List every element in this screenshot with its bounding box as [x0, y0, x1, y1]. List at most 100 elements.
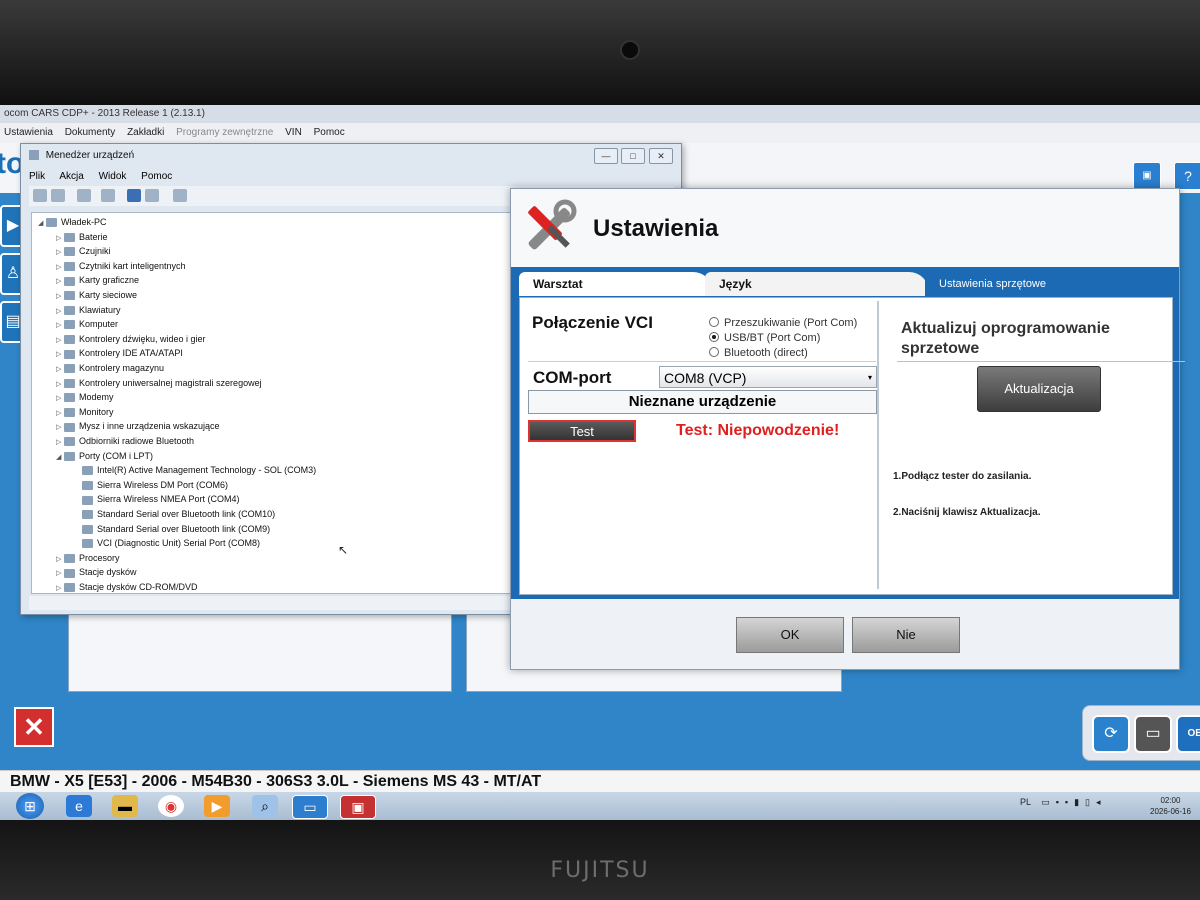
- menu-pomoc[interactable]: Pomoc: [314, 127, 345, 138]
- radio-search-port[interactable]: Przeszukiwanie (Port Com): [709, 317, 857, 329]
- devmgr-titlebar[interactable]: Menedżer urządzeń: [21, 144, 681, 168]
- tree-item[interactable]: Standard Serial over Bluetooth link (COM…: [74, 507, 275, 521]
- expand-arrow-icon[interactable]: ▷: [56, 582, 64, 593]
- tab-warsztat[interactable]: Warsztat: [519, 272, 713, 296]
- explorer-icon[interactable]: ▬: [112, 795, 138, 817]
- radio-selected-icon: [709, 332, 719, 342]
- help-tb-icon[interactable]: [127, 189, 141, 202]
- start-icon[interactable]: ⊞: [16, 793, 44, 819]
- scan-icon[interactable]: [173, 189, 187, 202]
- tree-item[interactable]: ▷ Mysz i inne urządzenia wskazujące: [56, 419, 220, 433]
- tray-icons[interactable]: ▭▪▪▮▯◂: [1041, 797, 1106, 807]
- tree-item[interactable]: ▷ Monitory: [56, 405, 114, 419]
- vehicle-status-bar: BMW - X5 [E53] - 2006 - M54B30 - 306S3 3…: [0, 770, 1200, 793]
- tree-item[interactable]: ▷ Procesory: [56, 551, 120, 565]
- tree-item-label: Stacje dysków CD-ROM/DVD: [79, 582, 198, 592]
- settings-dialog: Ustawienia Warsztat Język Ustawienia spr…: [510, 188, 1185, 670]
- language-indicator[interactable]: PL: [1020, 797, 1031, 807]
- obd-button-icon[interactable]: OB: [1176, 715, 1200, 753]
- tree-item[interactable]: ▷ Kontrolery dźwięku, wideo i gier: [56, 332, 206, 346]
- properties-icon[interactable]: [77, 189, 91, 202]
- tree-item[interactable]: ▷ Baterie: [56, 230, 108, 244]
- list-icon[interactable]: [145, 189, 159, 202]
- media-player-icon[interactable]: ▶: [204, 795, 230, 817]
- radio-usb-bt[interactable]: USB/BT (Port Com): [709, 332, 820, 344]
- tree-item[interactable]: ▷ Klawiatury: [56, 303, 121, 317]
- tree-item-label: Kontrolery IDE ATA/ATAPI: [79, 348, 183, 359]
- toolbox-app-icon[interactable]: ▣: [340, 795, 376, 819]
- tree-item[interactable]: ◢ Porty (COM i LPT): [56, 449, 153, 463]
- close-x-button[interactable]: ✕: [14, 707, 54, 747]
- menu-akcja[interactable]: Akcja: [59, 171, 83, 182]
- tree-item[interactable]: ▷ Kontrolery magazynu: [56, 361, 164, 375]
- menu-ustawienia[interactable]: Ustawienia: [4, 127, 53, 138]
- cars-app-icon[interactable]: ▭: [292, 795, 328, 819]
- ie-icon[interactable]: e: [66, 795, 92, 817]
- tree-item[interactable]: ▷ Karty sieciowe: [56, 288, 137, 302]
- speed-icon[interactable]: ⟳: [1092, 715, 1130, 753]
- tree-item[interactable]: Intel(R) Active Management Technology - …: [74, 463, 316, 477]
- tree-item[interactable]: Sierra Wireless DM Port (COM6): [74, 478, 228, 492]
- menu-zakladki[interactable]: Zakładki: [127, 127, 164, 138]
- tree-item[interactable]: ▷ Komputer: [56, 317, 118, 331]
- back-icon[interactable]: [33, 189, 47, 202]
- tree-item[interactable]: ▷ Modemy: [56, 390, 114, 404]
- tree-item-label: Procesory: [79, 552, 120, 563]
- car-icon[interactable]: ▭: [1134, 715, 1172, 753]
- menu-widok[interactable]: Widok: [99, 171, 127, 182]
- tree-item[interactable]: ▷ Karty graficzne: [56, 273, 139, 287]
- tab-ustawienia-sprzetowe[interactable]: Ustawienia sprzętowe: [925, 272, 1169, 296]
- update-button[interactable]: Aktualizacja: [977, 366, 1101, 412]
- forward-icon[interactable]: [51, 189, 65, 202]
- obd-icon[interactable]: ▣: [1133, 162, 1161, 190]
- device-category-icon: [64, 247, 75, 257]
- device-category-icon: [82, 539, 93, 549]
- menu-vin[interactable]: VIN: [285, 127, 302, 138]
- device-category-icon: [82, 510, 93, 520]
- minimize-button[interactable]: —: [594, 148, 618, 164]
- device-category-icon: [64, 291, 75, 301]
- menu-dokumenty[interactable]: Dokumenty: [65, 127, 116, 138]
- chrome-icon[interactable]: ◉: [158, 795, 184, 817]
- tree-item[interactable]: Standard Serial over Bluetooth link (COM…: [74, 522, 270, 536]
- tree-item[interactable]: Sierra Wireless NMEA Port (COM4): [74, 492, 240, 506]
- tree-item[interactable]: ▷ Stacje dysków: [56, 565, 137, 579]
- view-icon[interactable]: [101, 189, 115, 202]
- expand-arrow-icon[interactable]: ◢: [38, 217, 46, 231]
- tree-item-label: Władek-PC: [61, 217, 107, 227]
- clock[interactable]: 02:00 2026-06-16: [1150, 795, 1191, 817]
- tree-item-label: Komputer: [79, 319, 119, 330]
- tree-item[interactable]: ▷ Odbiorniki radiowe Bluetooth: [56, 434, 194, 448]
- tree-item[interactable]: ◢ Władek-PC: [38, 215, 107, 229]
- ok-button[interactable]: OK: [736, 617, 844, 653]
- maximize-button[interactable]: □: [621, 148, 645, 164]
- tree-item-label: VCI (Diagnostic Unit) Serial Port (COM8): [97, 538, 261, 549]
- tree-item[interactable]: ▷ Kontrolery IDE ATA/ATAPI: [56, 346, 183, 360]
- tree-item[interactable]: VCI (Diagnostic Unit) Serial Port (COM8): [74, 536, 260, 550]
- test-button[interactable]: Test: [528, 420, 636, 442]
- tab-jezyk[interactable]: Język: [705, 272, 929, 296]
- device-category-icon: [82, 466, 93, 476]
- help-icon[interactable]: ?: [1174, 162, 1200, 190]
- devmgr-title: Menedżer urządzeń: [45, 150, 135, 161]
- menu-pomoc-dm[interactable]: Pomoc: [141, 171, 172, 182]
- device-category-icon: [64, 583, 75, 593]
- tree-item-label: Stacje dysków: [79, 567, 137, 578]
- no-button[interactable]: Nie: [852, 617, 960, 653]
- devmgr-menubar: Plik Akcja Widok Pomoc: [29, 168, 184, 186]
- menu-plik[interactable]: Plik: [29, 171, 45, 182]
- device-category-icon: [64, 437, 75, 447]
- tree-item[interactable]: ▷ Kontrolery uniwersalnej magistrali szer…: [56, 376, 262, 390]
- close-button[interactable]: ✕: [649, 148, 673, 164]
- tree-item[interactable]: ▷ Czytniki kart inteligentnych: [56, 259, 186, 273]
- radio-icon: [709, 317, 719, 327]
- radio-bluetooth[interactable]: Bluetooth (direct): [709, 347, 808, 359]
- left-panel: [68, 610, 452, 692]
- tree-item[interactable]: ▷ Czujniki: [56, 244, 111, 258]
- search-tool-icon[interactable]: ⌕: [252, 795, 278, 817]
- tree-item[interactable]: ▷ Stacje dysków CD-ROM/DVD: [56, 580, 198, 593]
- separator: [528, 361, 876, 362]
- date: 2026-06-16: [1150, 807, 1191, 816]
- com-port-select[interactable]: COM8 (VCP) ▾: [659, 366, 877, 388]
- expand-arrow-icon[interactable]: ◢: [56, 451, 64, 465]
